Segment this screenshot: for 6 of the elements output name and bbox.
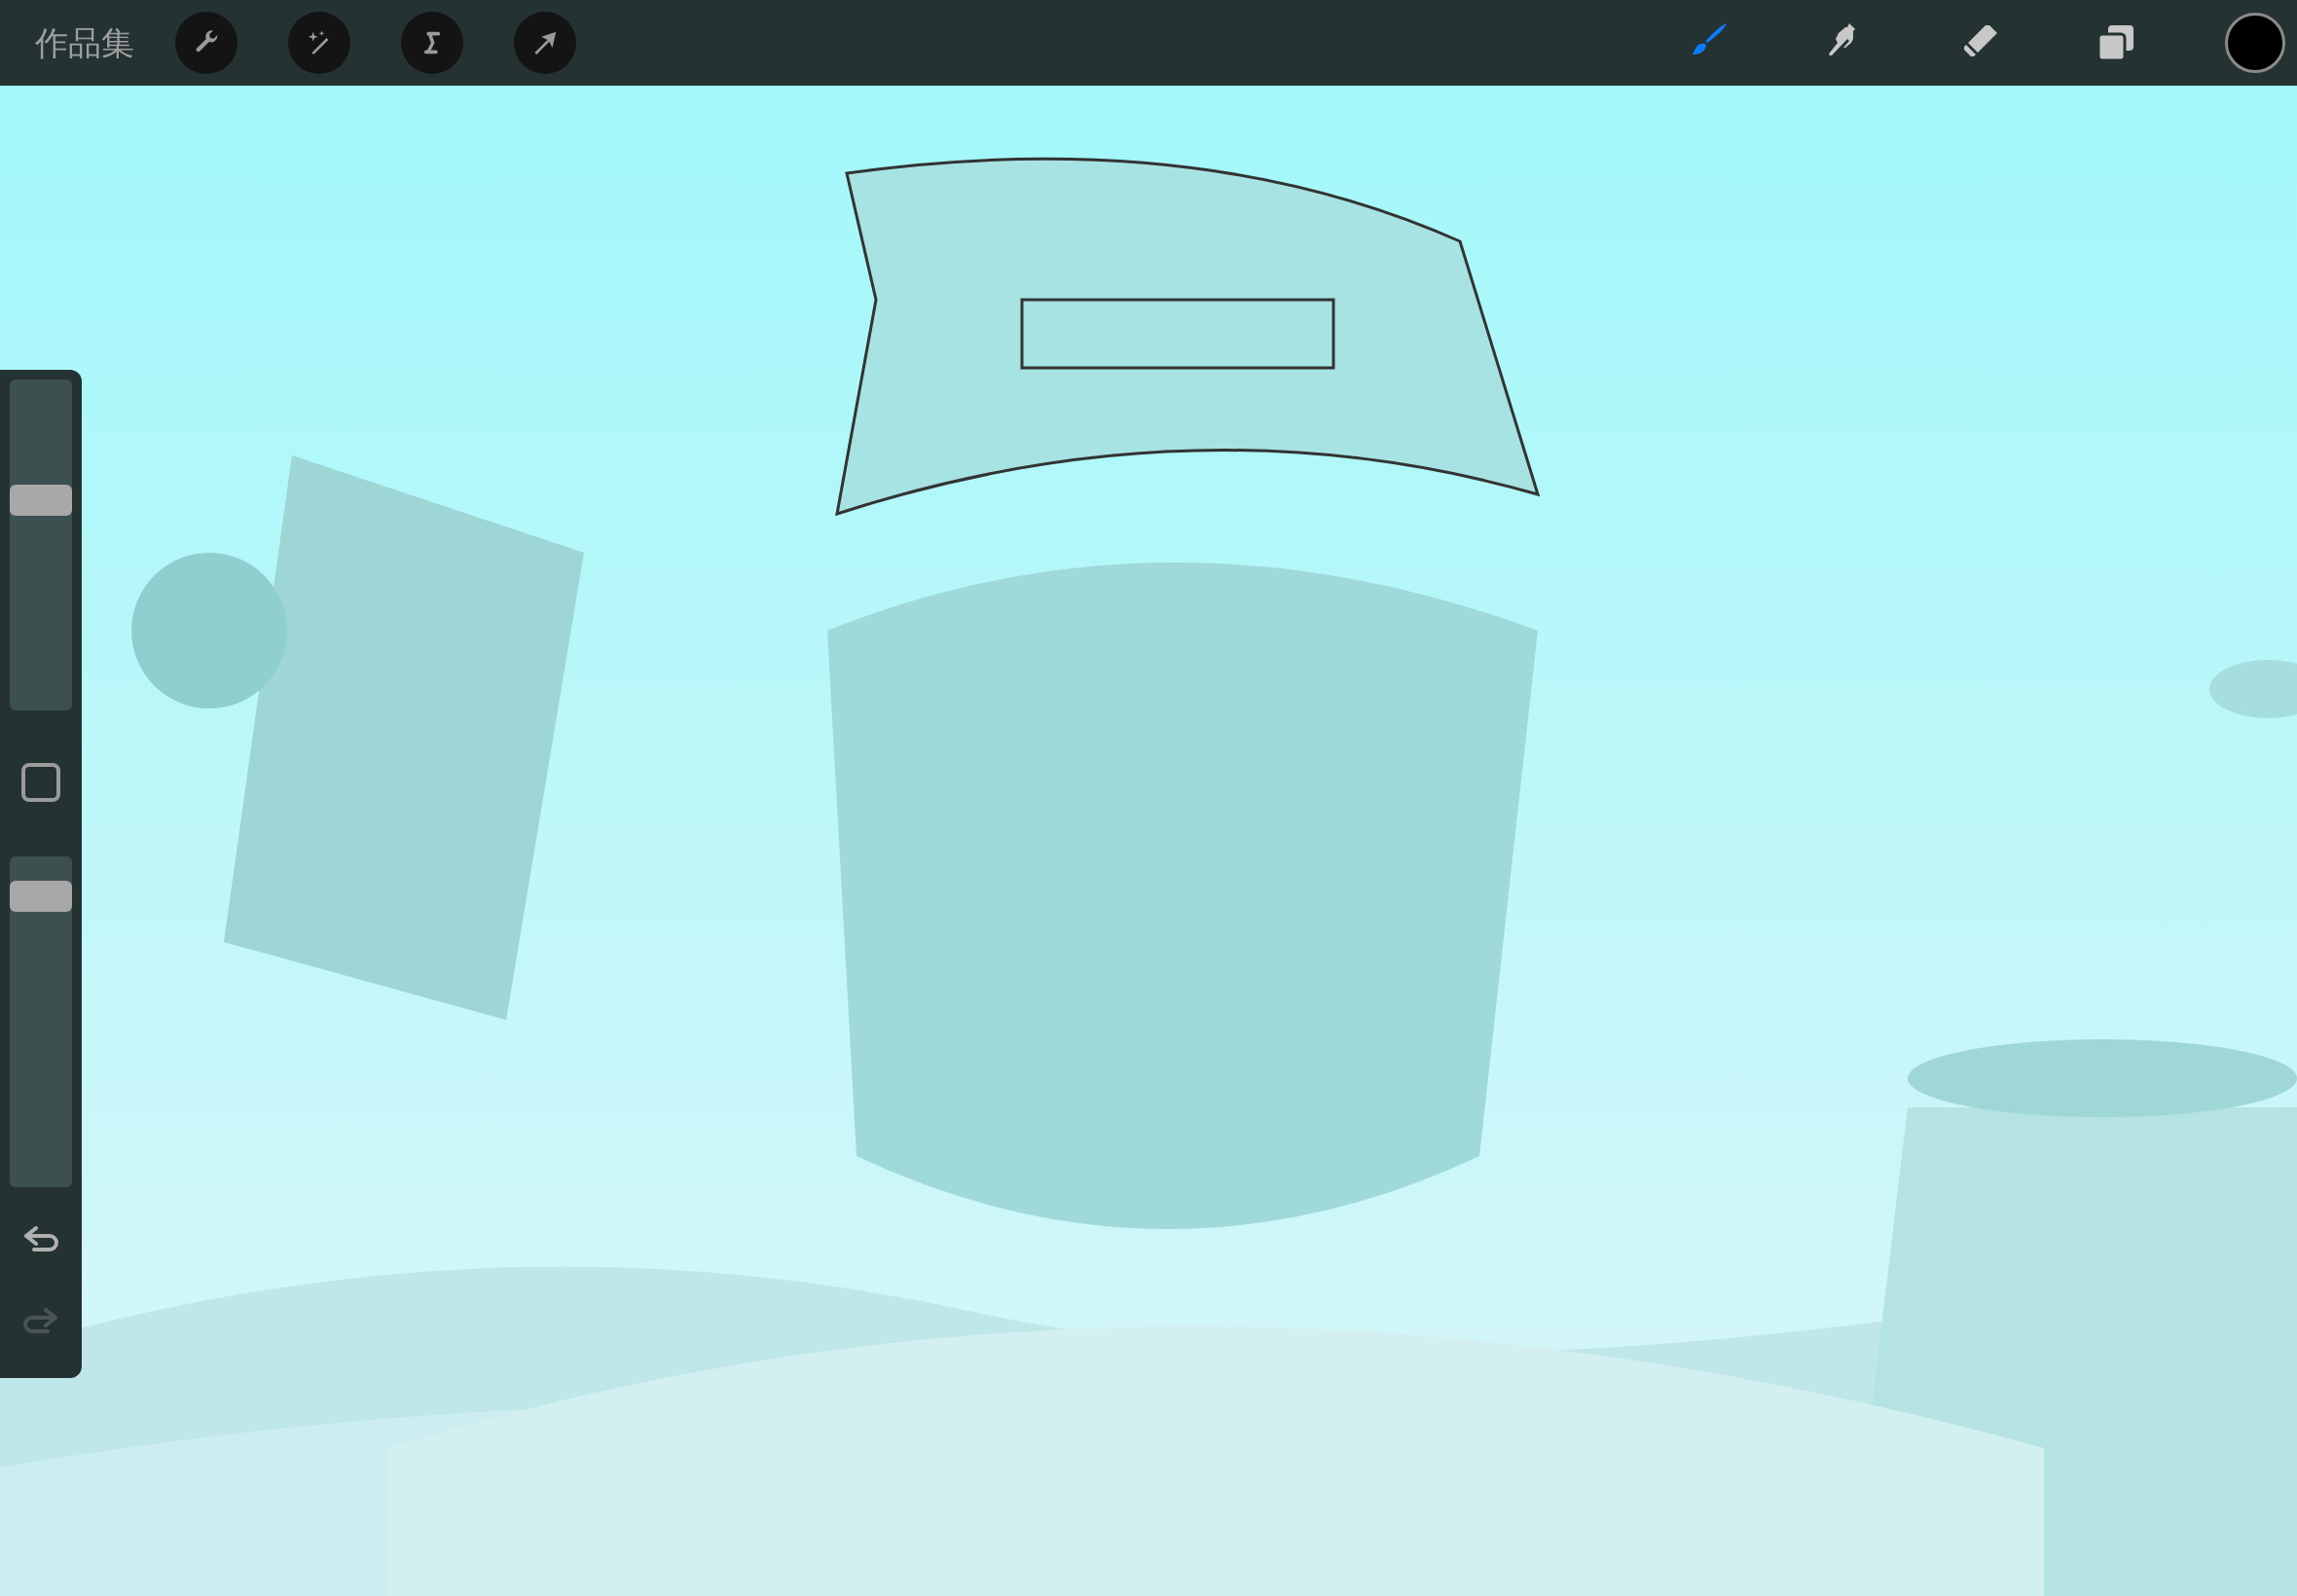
slider-thumb[interactable] [10,880,72,912]
gallery-button[interactable]: 作品集 [35,18,134,68]
modify-button[interactable] [21,763,60,802]
opacity-slider[interactable] [10,856,72,1187]
slider-thumb[interactable] [10,484,72,516]
brush-size-slider[interactable] [10,380,72,710]
